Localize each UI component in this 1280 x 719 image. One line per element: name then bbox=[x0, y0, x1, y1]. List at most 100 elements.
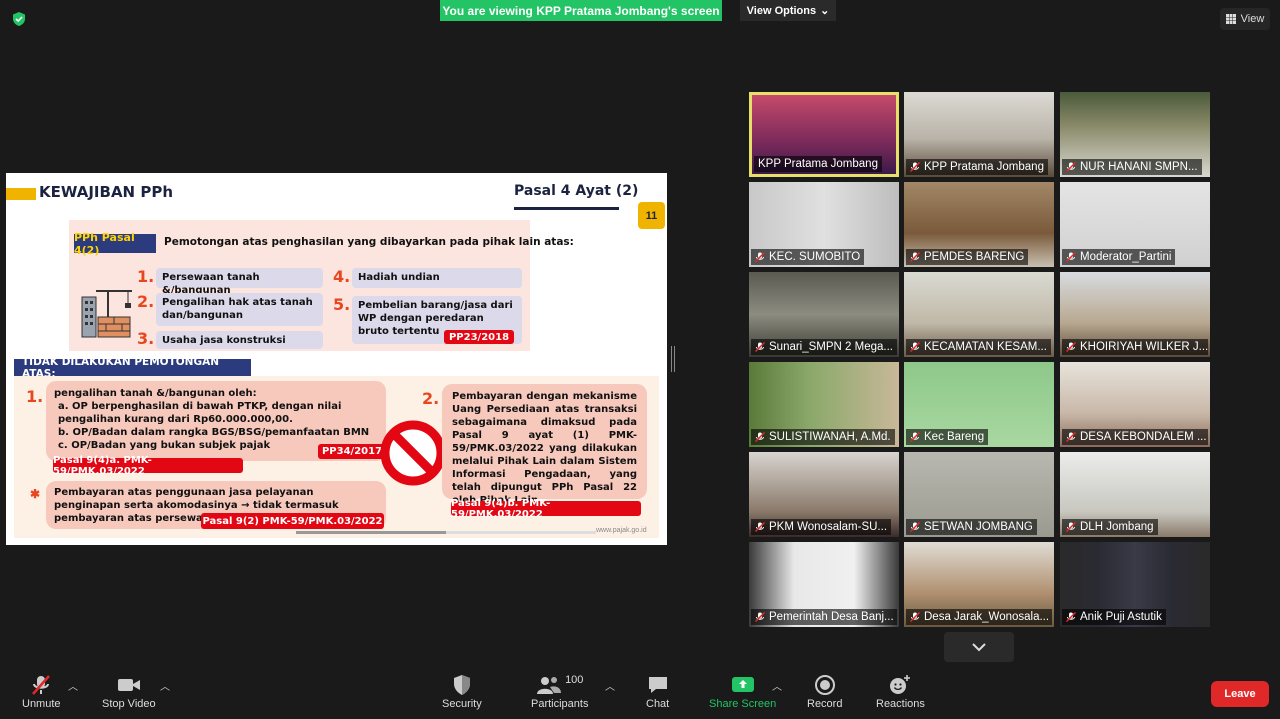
smiley-plus-icon bbox=[890, 675, 911, 694]
microphone-muted-icon bbox=[755, 432, 765, 442]
participants-count: 100 bbox=[565, 674, 584, 686]
participant-name-label: PKM Wonosalam-SU... bbox=[751, 519, 892, 535]
participant-name-label: Sunari_SMPN 2 Mega... bbox=[751, 339, 897, 355]
leave-button[interactable]: Leave bbox=[1211, 681, 1269, 707]
grid-icon bbox=[1225, 14, 1236, 24]
participant-name-label: Kec Bareng bbox=[906, 429, 989, 445]
split-view-handle[interactable] bbox=[671, 346, 675, 372]
record-button[interactable]: Record bbox=[807, 672, 842, 710]
participant-video-tile[interactable]: KECAMATAN KESAM... bbox=[904, 272, 1054, 357]
participant-video-tile[interactable]: Pemerintah Desa Banj... bbox=[749, 542, 899, 627]
participant-name-label: KPP Pratama Jombang bbox=[754, 156, 882, 172]
participant-name-label: KEC. SUMOBITO bbox=[751, 249, 865, 265]
viewing-screen-banner: You are viewing KPP Pratama Jombang's sc… bbox=[440, 0, 722, 21]
item-number: 2. bbox=[137, 292, 155, 311]
item-text: Persewaan tanah &/bangunan bbox=[156, 268, 323, 296]
chevron-down-icon bbox=[972, 643, 986, 652]
participants-options-caret[interactable]: ︿ bbox=[605, 678, 615, 693]
participant-name-label: SULISTIWANAH, A.Md. bbox=[751, 429, 895, 445]
participant-name-label: DESA KEBONDALEM ... bbox=[1062, 429, 1208, 445]
share-screen-label: Share Screen bbox=[709, 698, 777, 710]
participant-name: Moderator_Partini bbox=[1080, 251, 1172, 263]
security-button[interactable]: Security bbox=[442, 672, 482, 710]
video-options-caret[interactable]: ︿ bbox=[160, 678, 170, 693]
reactions-button[interactable]: Reactions bbox=[876, 672, 925, 710]
participant-name: KECAMATAN KESAM... bbox=[924, 341, 1047, 353]
participant-video-tile[interactable]: Desa Jarak_Wonosala... bbox=[904, 542, 1054, 627]
website-url: www.pajak.go.id bbox=[596, 527, 647, 534]
title-accent bbox=[6, 188, 36, 200]
participant-video-tile[interactable]: Kec Bareng bbox=[904, 362, 1054, 447]
participant-name: NUR HANANI SMPN... bbox=[1080, 161, 1198, 173]
share-screen-icon bbox=[731, 677, 754, 692]
microphone-muted-icon bbox=[1066, 342, 1076, 352]
participant-video-tile[interactable]: SULISTIWANAH, A.Md. bbox=[749, 362, 899, 447]
item-number: 3. bbox=[137, 329, 155, 348]
participant-name: SETWAN JOMBANG bbox=[924, 521, 1033, 533]
participant-video-tile[interactable]: KHOIRIYAH WILKER J... bbox=[1060, 272, 1210, 357]
microphone-muted-icon bbox=[32, 675, 51, 695]
item-number: 4. bbox=[333, 267, 351, 286]
microphone-muted-icon bbox=[910, 612, 920, 622]
security-shield-icon bbox=[453, 675, 470, 695]
participant-video-tile[interactable]: SETWAN JOMBANG bbox=[904, 452, 1054, 537]
item-number: 1. bbox=[137, 267, 155, 286]
microphone-muted-icon bbox=[1066, 162, 1076, 172]
participant-name: KHOIRIYAH WILKER J... bbox=[1080, 341, 1208, 353]
microphone-muted-icon bbox=[755, 612, 765, 622]
participant-name: KPP Pratama Jombang bbox=[924, 161, 1044, 173]
pp23-tag: PP23/2018 bbox=[444, 330, 514, 344]
meeting-toolbar bbox=[0, 664, 1280, 719]
shared-screen-slide: KEWAJIBAN PPh Pasal 4 Ayat (2) 11 PPh Pa… bbox=[6, 173, 667, 545]
participant-name: PEMDES BARENG bbox=[924, 251, 1025, 263]
view-options-label: View Options bbox=[746, 4, 817, 17]
microphone-muted-icon bbox=[910, 432, 920, 442]
stop-video-button[interactable]: Stop Video bbox=[102, 672, 156, 710]
microphone-muted-icon bbox=[755, 522, 765, 532]
microphone-muted-icon bbox=[755, 252, 765, 262]
participant-name: DLH Jombang bbox=[1080, 521, 1154, 533]
participant-video-tile[interactable]: PKM Wonosalam-SU... bbox=[749, 452, 899, 537]
microphone-muted-icon bbox=[910, 522, 920, 532]
pasal-9-2-tag: Pasal 9(2) PMK-59/PMK.03/2022 bbox=[201, 513, 384, 529]
participant-video-tile[interactable]: PEMDES BARENG bbox=[904, 182, 1054, 267]
microphone-muted-icon bbox=[1066, 432, 1076, 442]
lower-item-1-head: pengalihan tanah &/bangunan oleh: bbox=[54, 388, 257, 399]
participant-video-tile[interactable]: DESA KEBONDALEM ... bbox=[1060, 362, 1210, 447]
item-text: Pengalihan hak atas tanah dan/bangunan bbox=[156, 293, 323, 326]
lower-item-1-a: a. OP berpenghasilan di bawah PTKP, deng… bbox=[58, 401, 342, 425]
participant-name-label: DLH Jombang bbox=[1062, 519, 1158, 535]
participant-name: Sunari_SMPN 2 Mega... bbox=[769, 341, 894, 353]
microphone-muted-icon bbox=[1066, 522, 1076, 532]
participant-name-label: Anik Puji Astutik bbox=[1062, 609, 1166, 625]
tidak-dilakukan-title: TIDAK DILAKUKAN PEMOTONGAN ATAS: bbox=[14, 356, 251, 380]
participant-name: KPP Pratama Jombang bbox=[758, 158, 878, 170]
participant-name: Desa Jarak_Wonosala... bbox=[924, 611, 1050, 623]
participant-video-tile[interactable]: Anik Puji Astutik bbox=[1060, 542, 1210, 627]
participant-video-tile[interactable]: DLH Jombang bbox=[1060, 452, 1210, 537]
participant-video-tile[interactable]: Moderator_Partini bbox=[1060, 182, 1210, 267]
chat-button[interactable]: Chat bbox=[646, 672, 669, 710]
microphone-muted-icon bbox=[910, 252, 920, 262]
share-screen-button[interactable]: Share Screen bbox=[709, 672, 776, 710]
share-options-caret[interactable]: ︿ bbox=[772, 678, 782, 693]
view-options-button[interactable]: View Options ⌄ bbox=[740, 0, 836, 21]
item-number: 5. bbox=[333, 295, 351, 314]
encryption-shield-icon[interactable] bbox=[11, 11, 27, 27]
participant-name: SULISTIWANAH, A.Md. bbox=[769, 431, 891, 443]
participant-name-label: KECAMATAN KESAM... bbox=[906, 339, 1051, 355]
participant-name: DESA KEBONDALEM ... bbox=[1080, 431, 1207, 443]
collapse-gallery-button[interactable] bbox=[944, 632, 1014, 662]
unmute-button[interactable]: Unmute bbox=[22, 672, 61, 710]
view-button[interactable]: View bbox=[1220, 8, 1270, 30]
item-text: Hadiah undian bbox=[352, 268, 522, 288]
slide-page-number: 11 bbox=[638, 202, 665, 229]
participants-button[interactable]: 100 Participants bbox=[531, 672, 588, 710]
participant-video-tile[interactable]: NUR HANANI SMPN... bbox=[1060, 92, 1210, 177]
participant-video-tile[interactable]: KPP Pratama Jombang bbox=[904, 92, 1054, 177]
participant-video-tile[interactable]: KEC. SUMOBITO bbox=[749, 182, 899, 267]
participant-name: Pemerintah Desa Banj... bbox=[769, 611, 894, 623]
audio-options-caret[interactable]: ︿ bbox=[68, 678, 78, 693]
participant-video-tile[interactable]: KPP Pratama Jombang bbox=[749, 92, 899, 177]
participant-video-tile[interactable]: Sunari_SMPN 2 Mega... bbox=[749, 272, 899, 357]
